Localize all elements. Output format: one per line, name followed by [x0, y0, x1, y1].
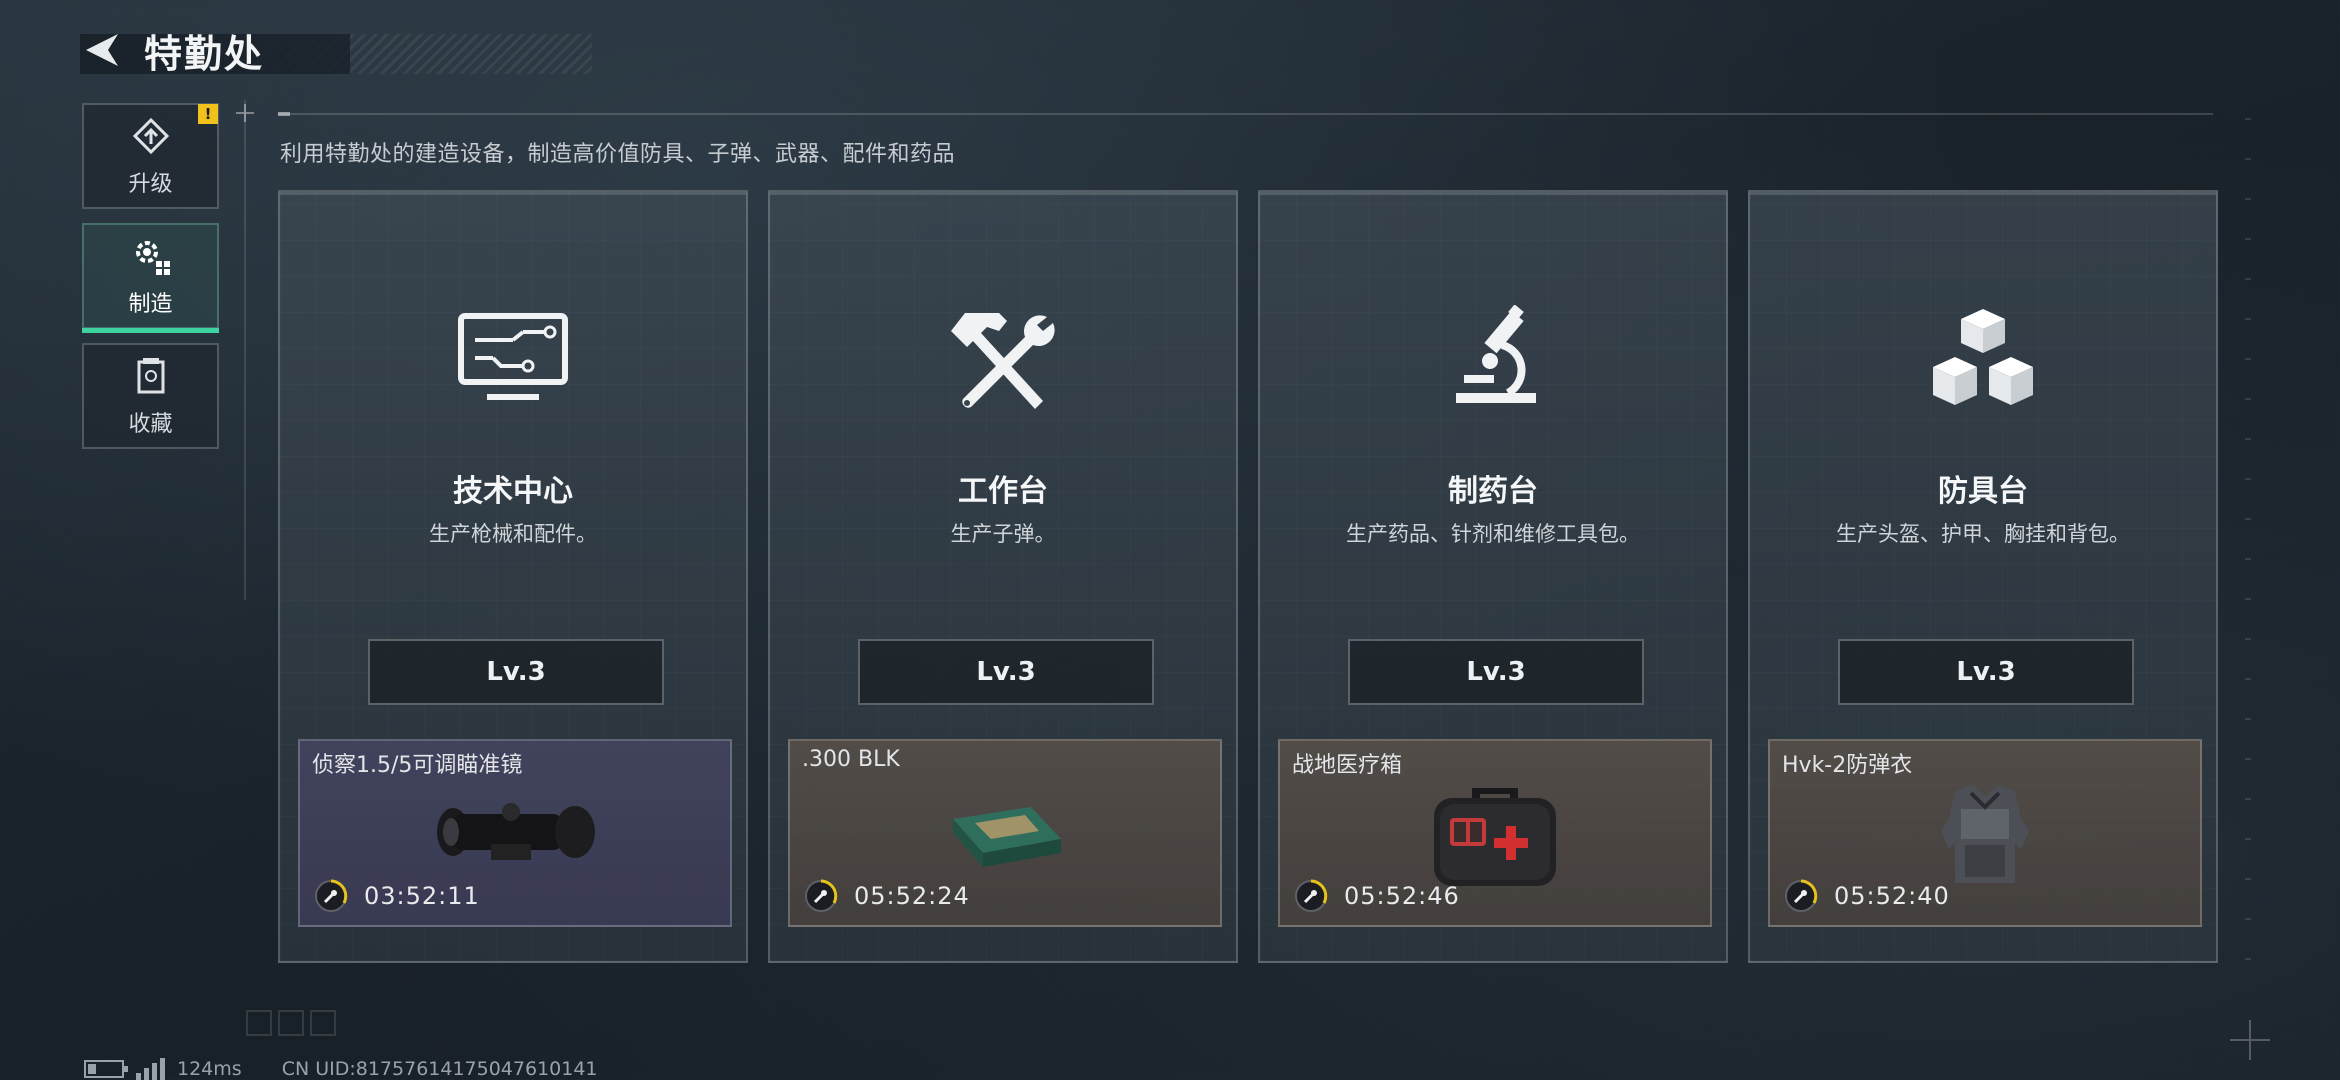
- sidebar-rail: [244, 100, 246, 600]
- medkit-image: [1395, 779, 1595, 889]
- back-button[interactable]: [80, 28, 124, 72]
- station-name: 防具台: [1938, 474, 2028, 509]
- station-description: 生产枪械和配件。: [429, 522, 597, 546]
- crafting-slot[interactable]: Hvk-2防弹衣 05:52:40: [1768, 739, 2202, 927]
- crafting-time: 05:52:24: [854, 882, 970, 910]
- crafting-item-name: 战地医疗箱: [1292, 753, 1403, 778]
- crosshair-icon: [236, 104, 254, 122]
- crafting-item-name: 侦察1.5/5可调瞄准镜: [312, 753, 523, 778]
- crafting-slot[interactable]: 侦察1.5/5可调瞄准镜 03:52:11: [298, 739, 732, 927]
- station-card-armor[interactable]: 防具台 生产头盔、护甲、胸挂和背包。 Lv.3 Hvk-2防弹衣 05:52:4…: [1748, 190, 2218, 963]
- divider-marker: [278, 112, 290, 116]
- crosshair-icon: [2230, 1020, 2270, 1060]
- crafting-timer: 03:52:11: [314, 879, 480, 913]
- sidebar-item-label: 收藏: [128, 412, 173, 437]
- crafting-time: 05:52:40: [1834, 882, 1950, 910]
- level-button[interactable]: Lv.3: [858, 639, 1154, 705]
- station-card-tech-center[interactable]: 技术中心 生产枪械和配件。 Lv.3 侦察1.5/5可调瞄准镜 03:52:11: [278, 190, 748, 963]
- wrench-timer-icon: [314, 879, 348, 913]
- station-description: 生产头盔、护甲、胸挂和背包。: [1836, 522, 2130, 546]
- deco-square: [246, 1010, 272, 1036]
- crafting-item-name: .300 BLK: [802, 747, 900, 772]
- status-bar: 124ms CN UID:81757614175047610141: [84, 1057, 598, 1080]
- deco-square: [278, 1010, 304, 1036]
- uid-text: CN UID:81757614175047610141: [281, 1058, 598, 1080]
- deco-square: [310, 1010, 336, 1036]
- microscope-icon: [1433, 300, 1553, 420]
- station-name: 制药台: [1448, 474, 1538, 509]
- upgrade-icon: [129, 114, 173, 158]
- station-description: 生产子弹。: [950, 522, 1056, 546]
- crafting-time: 05:52:46: [1344, 882, 1460, 910]
- alert-badge: !: [198, 104, 218, 124]
- crafting-timer: 05:52:40: [1784, 879, 1950, 913]
- station-name: 工作台: [958, 474, 1048, 509]
- scope-image: [415, 779, 615, 889]
- wrench-timer-icon: [1294, 879, 1328, 913]
- level-button[interactable]: Lv.3: [1838, 639, 2134, 705]
- monitor-icon: [453, 300, 573, 420]
- cubes-icon: [1923, 300, 2043, 420]
- top-divider: [278, 113, 2213, 115]
- page-description: 利用特勤处的建造设备，制造高价值防具、子弹、武器、配件和药品: [280, 142, 956, 167]
- crafting-timer: 05:52:24: [804, 879, 970, 913]
- wrench-timer-icon: [804, 879, 838, 913]
- sidebar-item-upgrade[interactable]: ! 升级: [82, 103, 219, 209]
- level-button[interactable]: Lv.3: [368, 639, 664, 705]
- battery-icon: [84, 1060, 128, 1078]
- sidebar-item-collection[interactable]: 收藏: [82, 343, 219, 449]
- station-card-workbench[interactable]: 工作台 生产子弹。 Lv.3 .300 BLK 05:52:24: [768, 190, 1238, 963]
- ping-text: 124ms: [177, 1058, 242, 1080]
- wrench-timer-icon: [1784, 879, 1818, 913]
- station-cards: 技术中心 生产枪械和配件。 Lv.3 侦察1.5/5可调瞄准镜 03:52:11…: [278, 190, 2218, 963]
- body-armor-image: [1885, 779, 2085, 889]
- page-title: 特勤处: [144, 31, 265, 76]
- right-tick-rail: [2245, 118, 2251, 978]
- bottom-deco-squares: [246, 1010, 336, 1036]
- crafting-slot[interactable]: 战地医疗箱 05:52:46: [1278, 739, 1712, 927]
- sidebar-item-label: 制造: [128, 292, 173, 317]
- back-chevron-icon: [86, 34, 118, 66]
- crafting-item-name: Hvk-2防弹衣: [1782, 753, 1913, 778]
- station-description: 生产药品、针剂和维修工具包。: [1346, 522, 1640, 546]
- crafting-slot[interactable]: .300 BLK 05:52:24: [788, 739, 1222, 927]
- signal-icon: [136, 1057, 165, 1080]
- gear-icon: [129, 234, 173, 278]
- station-name: 技术中心: [453, 474, 573, 509]
- crafting-timer: 05:52:46: [1294, 879, 1460, 913]
- sidebar-item-label: 升级: [128, 172, 173, 197]
- sidebar-item-craft[interactable]: 制造: [82, 223, 219, 333]
- collection-icon: [129, 354, 173, 398]
- crafting-time: 03:52:11: [364, 882, 480, 910]
- hammer-wrench-icon: [943, 300, 1063, 420]
- page-header: 特勤处: [80, 22, 592, 78]
- station-card-pharmacy[interactable]: 制药台 生产药品、针剂和维修工具包。 Lv.3 战地医疗箱 05:52:46: [1258, 190, 1728, 963]
- level-button[interactable]: Lv.3: [1348, 639, 1644, 705]
- sidebar: ! 升级 制造 收藏: [82, 103, 219, 463]
- ammo-box-image: [905, 779, 1105, 889]
